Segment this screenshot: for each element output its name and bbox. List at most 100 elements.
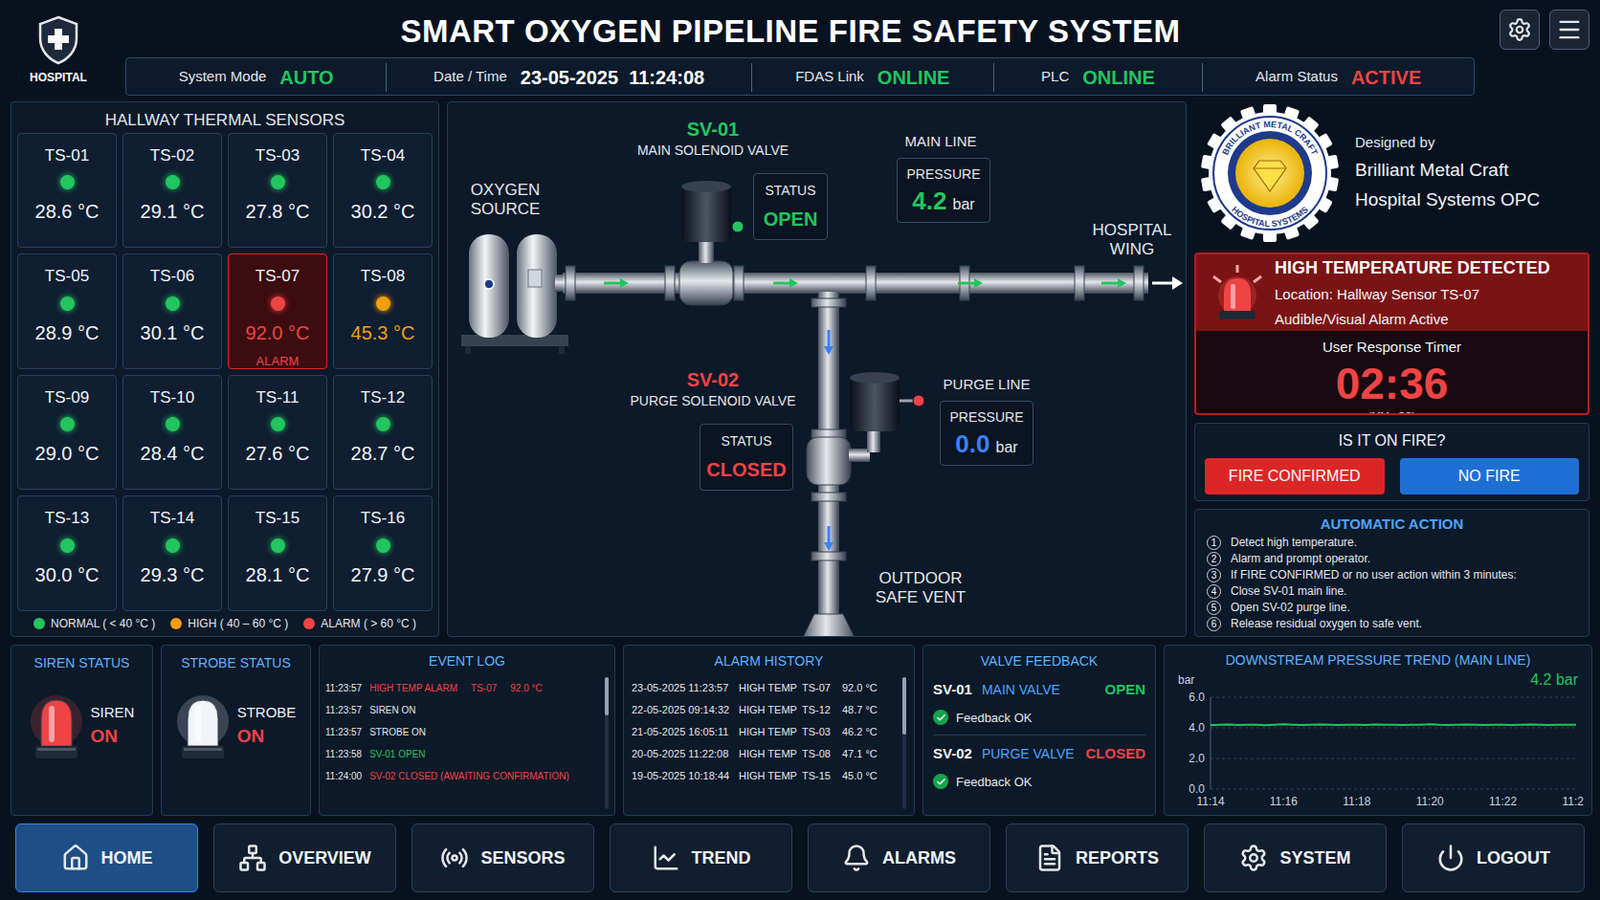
step-number: 2 [1206, 552, 1222, 567]
line-label: PURGE LINE [929, 374, 1045, 397]
sensor-card[interactable]: TS-1127.6 °C [227, 375, 328, 491]
sensor-status-dot [376, 538, 391, 554]
prompt-button[interactable]: FIRE CONFIRMED [1204, 458, 1385, 495]
status-value: ONLINE [877, 63, 951, 92]
bottom-row: SIREN STATUSSIRENON STROBE STATUS STROBEON… [0, 644, 1600, 817]
sensor-card[interactable]: TS-0229.1 °C [122, 133, 223, 249]
valve-id: SV-02 [933, 743, 973, 766]
alarm-value: 47.1 °C [842, 746, 899, 763]
svg-text:HOSPITAL SYSTEMS: HOSPITAL SYSTEMS [1229, 204, 1311, 229]
status-strip: System ModeAUTODate / Time23-05-2025 11:… [125, 57, 1475, 96]
sensor-value: 28.4 °C [140, 439, 205, 468]
legend-label: NORMAL ( < 40 °C ) [50, 615, 156, 633]
valve-name: MAIN SOLENOID VALVE [617, 140, 809, 160]
sensor-card[interactable]: TS-0630.1 °C [122, 253, 223, 370]
company-logo-icon: BRILLIANT METAL CRAFTHOSPITAL SYSTEMS [1198, 101, 1342, 245]
nav-label: LOGOUT [1476, 845, 1551, 872]
alarm-history-row: 21-05-2025 16:05:11HIGH TEMPTS-0346.2 °C [631, 721, 899, 744]
nav-button[interactable]: ALARMS [807, 823, 991, 893]
status-value: ACTIVE [1351, 63, 1422, 92]
sensor-note: ALARM [256, 355, 300, 369]
pressure-label: PRESSURE [949, 407, 1023, 428]
alarm-history-row: 19-05-2025 10:18:44HIGH TEMPTS-1545.0 °C [631, 765, 899, 788]
nav-button[interactable]: TREND [609, 823, 793, 893]
svg-text:11:18: 11:18 [1342, 795, 1371, 809]
fire-prompt: IS IT ON FIRE? FIRE CONFIRMED NO FIRE [1194, 422, 1590, 502]
sensor-status-dot [165, 417, 180, 432]
sensor-card[interactable]: TS-0128.6 °C [17, 133, 117, 249]
sensor-card[interactable]: TS-1330.0 °C [17, 495, 117, 612]
bell-icon [842, 844, 871, 873]
safe-vent-icon [777, 614, 880, 637]
feedback-text: Feedback OK [955, 773, 1033, 793]
nav-bar: HOMEOVERVIEWSENSORSTRENDALARMSREPORTSSYS… [0, 823, 1600, 893]
pressure-value: 0.0 [955, 429, 990, 459]
sensor-card[interactable]: TS-12 28.7 °C [333, 375, 433, 491]
prompt-buttons: FIRE CONFIRMED NO FIRE [1204, 458, 1579, 495]
alert-title: HIGH TEMPERATURE DETECTED [1274, 255, 1551, 282]
action-step: 3If FIRE CONFIRMED or no user action wit… [1206, 567, 1578, 584]
nav-button[interactable]: OVERVIEW [213, 823, 397, 893]
prompt-button[interactable]: NO FIRE [1400, 458, 1580, 495]
settings-button[interactable] [1499, 9, 1540, 50]
prompt-question: IS IT ON FIRE? [1204, 429, 1579, 453]
report-icon [1035, 844, 1065, 873]
valve-name: PURGE VALVE [981, 744, 1075, 765]
sensor-value: 28.7 °C [351, 439, 416, 468]
alarm-value: 92.0 °C [842, 680, 899, 697]
sensor-card[interactable]: TS-0528.9 °C [17, 253, 117, 370]
alarm-device-panel: STROBE STATUS STROBEON [160, 644, 312, 817]
oxygen-source-label: OXYGEN SOURCE [466, 180, 544, 220]
status-label: System Mode [178, 66, 267, 89]
status-item: PLCONLINE [993, 63, 1203, 92]
sensor-card[interactable]: TS-0327.8 °C [227, 133, 328, 249]
alarm-sensor: TS-12 [801, 702, 843, 719]
alarm-type: HIGH TEMP [738, 680, 802, 697]
sensor-card[interactable]: TS-1028.4 °C [122, 375, 223, 491]
sensor-value: 92.0 °C [245, 318, 311, 348]
scrollbar-thumb[interactable] [902, 677, 907, 735]
alarm-datetime: 23-05-2025 11:23:57 [631, 680, 739, 697]
nav-button[interactable]: SYSTEM [1203, 823, 1387, 893]
sensor-card[interactable]: TS-0929.0 °C [17, 375, 117, 491]
trend-unit: bar [1177, 671, 1195, 689]
sensor-card[interactable]: TS-0792.0 °CALARM [227, 253, 328, 370]
event-row: 11:23:57SIREN ON [325, 699, 601, 722]
menu-button[interactable] [1549, 9, 1590, 50]
sensor-card[interactable]: TS-1627.9 °C [333, 495, 433, 612]
status-label: PLC [1041, 66, 1069, 89]
sensor-card[interactable]: TS-1528.1 °C [227, 495, 328, 612]
sensor-icon [440, 844, 469, 873]
sensor-card[interactable]: TS-0430.2 °C [333, 133, 433, 249]
event-text: SV-01 OPEN [369, 747, 425, 762]
nav-button[interactable]: REPORTS [1005, 823, 1189, 893]
panel-title: STROBE STATUS [180, 653, 291, 674]
nav-button[interactable]: SENSORS [411, 823, 595, 893]
sensor-id: TS-14 [150, 506, 195, 532]
sensor-card[interactable]: TS-1429.3 °C [122, 495, 223, 612]
sensor-value: 27.6 °C [245, 439, 311, 468]
status-item: FDAS LinkONLINE [751, 63, 994, 92]
flow-arrow-icon [957, 278, 983, 289]
scrollbar[interactable] [902, 677, 907, 810]
line-label: MAIN LINE [883, 131, 999, 154]
alarm-device-panel: SIREN STATUSSIRENON [10, 644, 154, 817]
status-label: Alarm Status [1255, 66, 1338, 89]
sensor-status-dot [60, 296, 75, 312]
device-value: ON [237, 723, 297, 752]
panel-title: ALARM HISTORY [631, 651, 907, 672]
header-center: SMART OXYGEN PIPELINE FIRE SAFETY SYSTEM… [106, 5, 1475, 96]
svg-text:11:24: 11:24 [1561, 795, 1584, 809]
scrollbar[interactable] [604, 677, 609, 810]
sensor-card[interactable]: TS-0845.3 °C [333, 253, 433, 370]
nav-button[interactable]: HOME [15, 823, 199, 893]
event-value: 92.0 °C [510, 681, 542, 696]
scrollbar-thumb[interactable] [604, 677, 609, 716]
trend-current: 4.2 bar [1530, 668, 1578, 692]
feedback-row: Feedback OK [933, 709, 1146, 729]
device-label: STROBE [237, 702, 297, 725]
app: HOSPITALSMART OXYGEN PIPELINE FIRE SAFET… [0, 0, 1600, 900]
alarm-history-row: 23-05-2025 11:23:57HIGH TEMPTS-0792.0 °C [631, 677, 899, 700]
sensor-id: TS-12 [360, 385, 405, 411]
nav-button[interactable]: LOGOUT [1401, 823, 1585, 893]
